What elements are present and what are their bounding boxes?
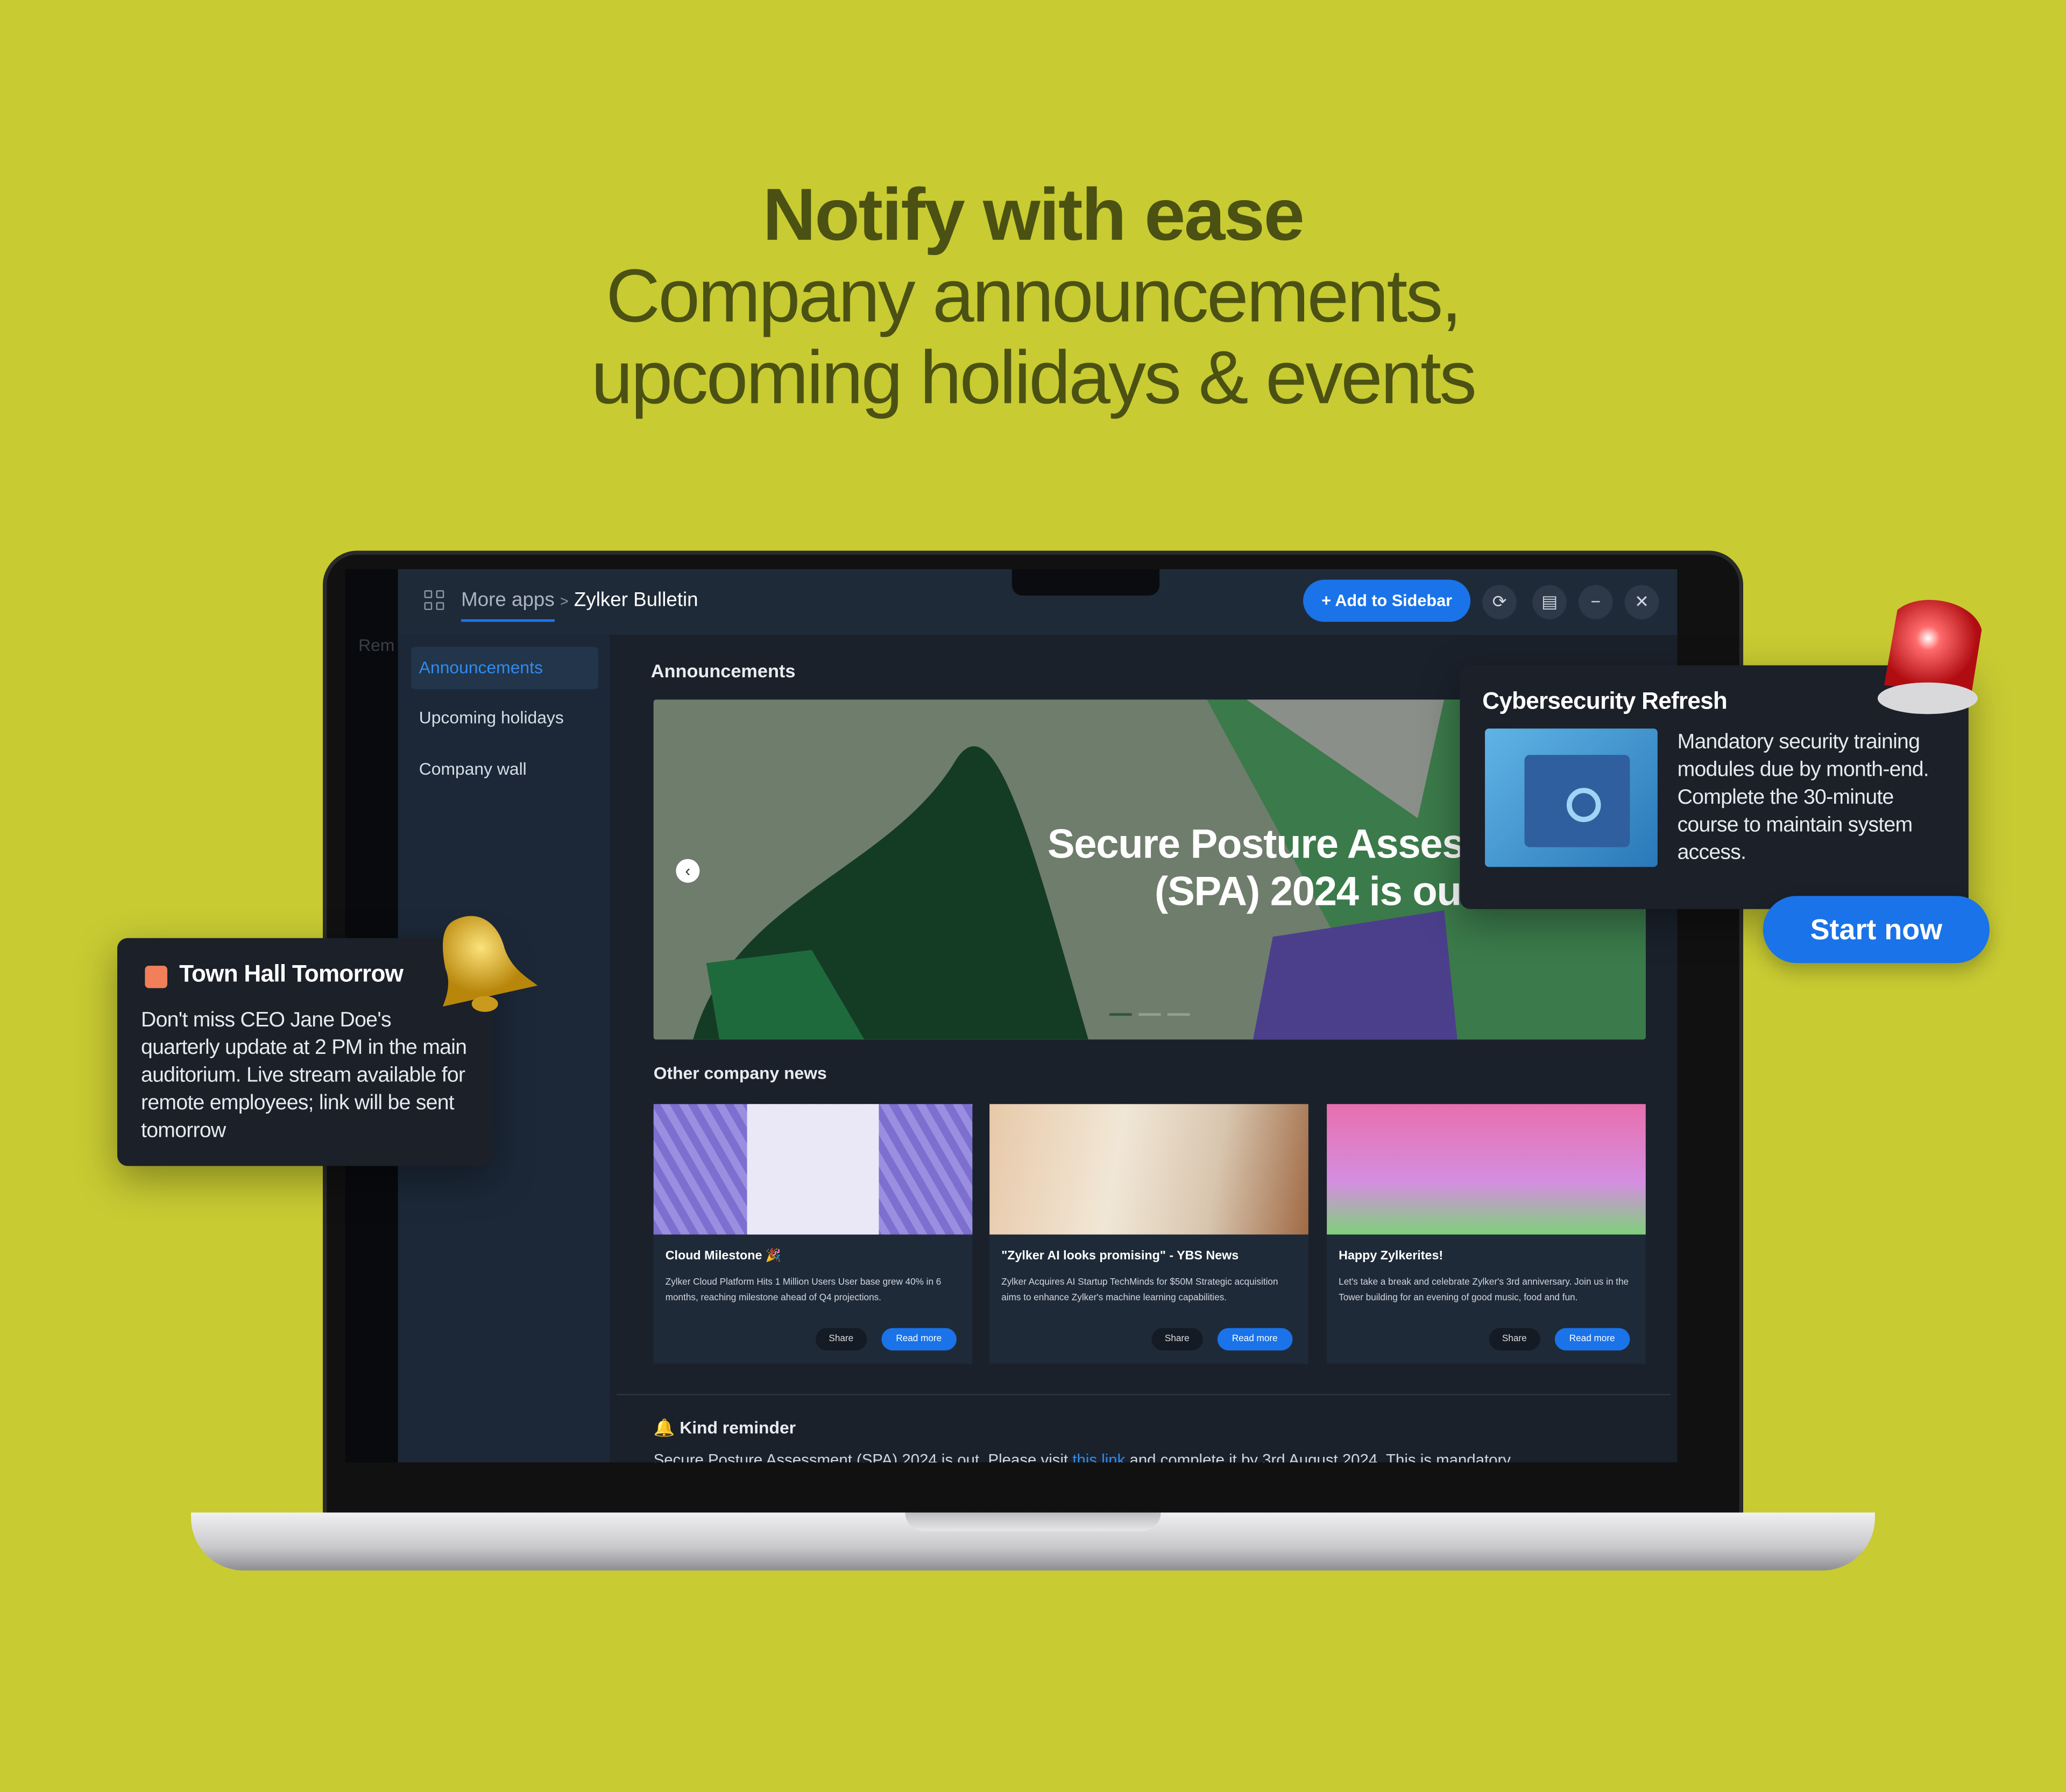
news-card: Happy Zylkerites! Let's take a break and… xyxy=(1327,1104,1646,1364)
divider xyxy=(617,1394,1671,1396)
carousel-dot-1[interactable] xyxy=(1109,1013,1132,1016)
bell-icon xyxy=(442,916,538,1012)
news-card: Cloud Milestone 🎉 Zylker Cloud Platform … xyxy=(653,1104,973,1364)
cliq-title: Rem xyxy=(358,635,395,655)
siren-icon xyxy=(1877,600,1982,714)
town-hall-body: Don't miss CEO Jane Doe's quarterly upda… xyxy=(141,1009,467,1143)
breadcrumb: More apps > Zylker Bulletin xyxy=(461,589,698,622)
app-header: More apps > Zylker Bulletin + Add to Sid… xyxy=(398,569,1678,635)
read-more-button[interactable]: Read more xyxy=(1554,1328,1630,1351)
card-image-newspaper xyxy=(989,1104,1308,1235)
card-image-anniversary xyxy=(1327,1104,1646,1235)
refresh-icon[interactable]: ⟳ xyxy=(1482,585,1517,620)
read-more-button[interactable]: Read more xyxy=(881,1328,957,1351)
minimize-icon[interactable]: − xyxy=(1578,585,1613,620)
carousel-dot-2[interactable] xyxy=(1138,1013,1161,1016)
carousel-prev-icon[interactable]: ‹ xyxy=(676,859,700,883)
hero-subtitle-1: Company announcements, xyxy=(606,254,1462,339)
reminder-text: Secure Posture Assessment (SPA) 2024 is … xyxy=(654,1450,1511,1462)
card-image-milestone xyxy=(653,1104,973,1235)
carousel-dot-3[interactable] xyxy=(1167,1013,1190,1016)
nav-announcements[interactable]: Announcements xyxy=(411,647,598,689)
share-button[interactable]: Share xyxy=(1489,1328,1540,1351)
bell-small-icon: 🔔 xyxy=(653,1418,675,1437)
laptop-notch xyxy=(905,1512,1161,1531)
apps-grid-icon[interactable] xyxy=(424,590,444,610)
read-more-button[interactable]: Read more xyxy=(1217,1328,1292,1351)
share-button[interactable]: Share xyxy=(1151,1328,1203,1351)
breadcrumb-current: Zylker Bulletin xyxy=(574,589,698,612)
cyber-body: Mandatory security training modules due … xyxy=(1677,731,1929,865)
share-button[interactable]: Share xyxy=(815,1328,867,1351)
news-card: "Zylker AI looks promising" - YBS News Z… xyxy=(989,1104,1308,1364)
start-now-button[interactable]: Start now xyxy=(1763,896,1990,964)
reminder-text-2: and complete it by 3rd August 2024. This… xyxy=(1125,1450,1511,1463)
add-to-sidebar-button[interactable]: + Add to Sidebar xyxy=(1303,579,1471,622)
section-title: Announcements xyxy=(650,660,796,682)
breadcrumb-more-apps[interactable]: More apps xyxy=(461,589,555,622)
hero-title: Notify with ease xyxy=(762,172,1305,256)
nav-upcoming-holidays[interactable]: Upcoming holidays xyxy=(411,697,598,739)
calendar-icon xyxy=(145,966,168,988)
reminder-title: 🔔 Kind reminder xyxy=(654,1418,796,1439)
camera-notch xyxy=(1011,569,1160,596)
card-description: Let's take a break and celebrate Zylker'… xyxy=(1339,1278,1629,1304)
security-illustration xyxy=(1485,728,1658,867)
reminder-text-1: Secure Posture Assessment (SPA) 2024 is … xyxy=(653,1450,1073,1463)
close-icon[interactable]: ✕ xyxy=(1624,585,1659,620)
reminder-link[interactable]: this link xyxy=(1072,1450,1125,1462)
card-title: "Zylker AI looks promising" - YBS News xyxy=(1001,1249,1239,1264)
card-title: Cloud Milestone 🎉 xyxy=(665,1249,781,1264)
news-title: Other company news xyxy=(653,1063,827,1083)
card-description: Zylker Cloud Platform Hits 1 Million Use… xyxy=(665,1278,942,1304)
hero-subtitle-2: upcoming holidays & events xyxy=(591,336,1477,421)
card-title: Happy Zylkerites! xyxy=(1339,1249,1444,1264)
card-description: Zylker Acquires AI Startup TechMinds for… xyxy=(1001,1278,1278,1304)
nav-company-wall[interactable]: Company wall xyxy=(411,748,598,790)
breadcrumb-separator: > xyxy=(560,594,569,610)
cyber-title: Cybersecurity Refresh xyxy=(1482,688,1728,714)
chat-icon[interactable]: ▤ xyxy=(1532,585,1567,620)
town-hall-title: Town Hall Tomorrow xyxy=(179,960,404,987)
stage: Notify with ease Company announcements, … xyxy=(0,0,2066,1792)
reminder-title-text: Kind reminder xyxy=(680,1418,796,1437)
